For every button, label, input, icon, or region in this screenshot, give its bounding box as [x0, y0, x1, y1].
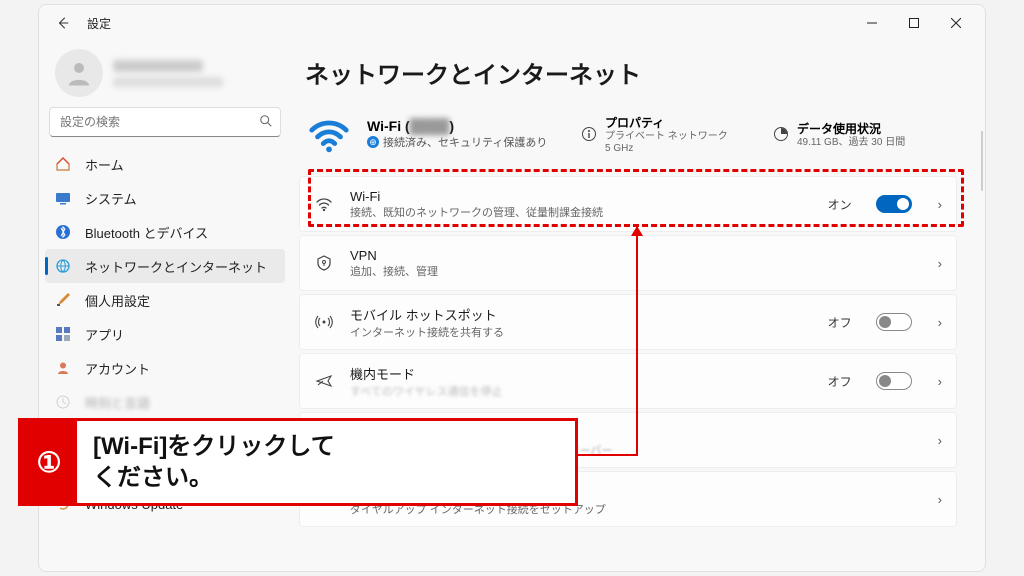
scrollbar[interactable]: [981, 131, 983, 191]
sidebar-item-label: Bluetooth とデバイス: [85, 223, 208, 242]
chevron-right-icon: ›: [938, 492, 942, 507]
sidebar-item-label: 時刻と言語: [85, 393, 150, 412]
airplane-icon: [314, 371, 334, 391]
properties-link[interactable]: プロパティプライベート ネットワーク5 GHz: [581, 114, 759, 155]
chevron-right-icon: ›: [938, 374, 942, 389]
sidebar-item-personalization[interactable]: 個人用設定: [45, 283, 285, 317]
time-icon: [55, 394, 71, 410]
data-usage-icon: [773, 126, 789, 142]
search-input[interactable]: [49, 107, 281, 137]
row-vpn[interactable]: VPN追加、接続、管理 ›: [299, 235, 957, 291]
airplane-toggle[interactable]: [876, 372, 912, 390]
titlebar: 設定: [39, 5, 985, 41]
back-button[interactable]: [47, 7, 79, 39]
annotation-callout: ① [Wi-Fi]をクリックして ください。: [18, 418, 578, 506]
user-text: [113, 60, 223, 87]
nav: ホーム システム Bluetooth とデバイス ネットワークとインターネット …: [45, 147, 285, 571]
status-subtitle: ⊕接続済み、セキュリティ保護あり: [367, 134, 567, 150]
connected-dot-icon: ⊕: [367, 136, 379, 148]
chevron-right-icon: ›: [938, 256, 942, 271]
network-status-card: Wi-Fi (████) ⊕接続済み、セキュリティ保護あり プロパティプライベー…: [299, 104, 957, 176]
search-icon: [259, 114, 273, 133]
maximize-button[interactable]: [893, 8, 935, 38]
hotspot-icon: [314, 312, 334, 332]
sidebar-item-network[interactable]: ネットワークとインターネット: [45, 249, 285, 283]
bluetooth-icon: [55, 224, 71, 240]
wifi-toggle[interactable]: [876, 195, 912, 213]
accounts-icon: [55, 360, 71, 376]
wifi-large-icon: [305, 110, 353, 158]
info-icon: [581, 126, 597, 142]
sidebar-item-system[interactable]: システム: [45, 181, 285, 215]
sidebar-item-home[interactable]: ホーム: [45, 147, 285, 181]
home-icon: [55, 156, 71, 172]
sidebar-item-label: ネットワークとインターネット: [85, 257, 267, 276]
chevron-right-icon: ›: [938, 433, 942, 448]
row-hotspot[interactable]: モバイル ホットスポットインターネット接続を共有する オフ ›: [299, 294, 957, 350]
apps-icon: [55, 326, 71, 342]
sidebar-item-apps[interactable]: アプリ: [45, 317, 285, 351]
chevron-right-icon: ›: [938, 315, 942, 330]
brush-icon: [55, 292, 71, 308]
vpn-icon: [314, 253, 334, 273]
person-icon: [64, 58, 94, 88]
chevron-right-icon: ›: [938, 197, 942, 212]
minimize-button[interactable]: [851, 8, 893, 38]
system-icon: [55, 190, 71, 206]
data-usage-link[interactable]: データ使用状況49.11 GB、過去 30 日間: [773, 120, 951, 149]
wifi-icon: [314, 194, 334, 214]
network-icon: [55, 258, 71, 274]
annotation-number: ①: [21, 421, 77, 503]
sidebar-item-label: ホーム: [85, 155, 124, 174]
annotation-text: [Wi-Fi]をクリックして ください。: [77, 421, 351, 503]
sidebar-item-accounts[interactable]: アカウント: [45, 351, 285, 385]
avatar: [55, 49, 103, 97]
status-title: Wi-Fi (████): [367, 118, 567, 134]
hotspot-toggle[interactable]: [876, 313, 912, 331]
sidebar-item-label: システム: [85, 189, 137, 208]
sidebar-item-label: アカウント: [85, 359, 150, 378]
user-block[interactable]: [45, 45, 285, 107]
page-title: ネットワークとインターネット: [305, 55, 957, 90]
row-wifi[interactable]: Wi-Fi接続、既知のネットワークの管理、従量制課金接続 オン ›: [299, 176, 957, 232]
sidebar-item-bluetooth[interactable]: Bluetooth とデバイス: [45, 215, 285, 249]
window-title: 設定: [87, 15, 111, 32]
row-airplane[interactable]: 機内モードすべてのワイヤレス通信を停止 オフ ›: [299, 353, 957, 409]
sidebar-item-time[interactable]: 時刻と言語: [45, 385, 285, 419]
sidebar-item-label: 個人用設定: [85, 291, 150, 310]
close-button[interactable]: [935, 8, 977, 38]
sidebar-item-label: アプリ: [85, 325, 124, 344]
arrow-left-icon: [56, 16, 70, 30]
